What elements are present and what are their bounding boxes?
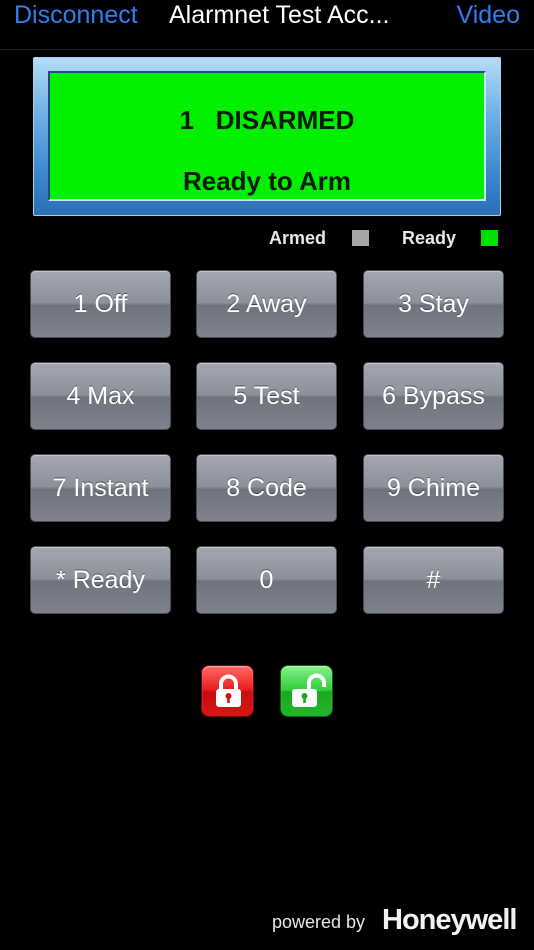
key-star-ready[interactable]: * Ready — [30, 546, 171, 614]
arm-lock-button[interactable] — [201, 665, 254, 717]
lock-closed-icon — [216, 674, 241, 707]
video-button[interactable]: Video — [457, 0, 521, 30]
ready-status-label: Ready — [402, 228, 457, 248]
key-9-chime[interactable]: 9 Chime — [363, 454, 504, 522]
key-pound[interactable]: # — [363, 546, 504, 614]
lock-open-icon — [292, 673, 326, 707]
display-line-2: Ready to Arm — [182, 166, 352, 196]
key-3-stay[interactable]: 3 Stay — [363, 270, 504, 338]
honeywell-logo: Honeywell — [382, 904, 517, 936]
key-0[interactable]: 0 — [196, 546, 337, 614]
key-8-code[interactable]: 8 Code — [196, 454, 337, 522]
nav-title: Alarmnet Test Acc... — [169, 1, 390, 29]
key-6-bypass[interactable]: 6 Bypass — [363, 362, 504, 430]
armed-status-label: Armed — [269, 228, 327, 248]
navigation-bar: Disconnect Alarmnet Test Acc... Video — [0, 0, 534, 50]
key-1-off[interactable]: 1 Off — [30, 270, 171, 338]
armed-indicator — [352, 230, 369, 246]
key-7-instant[interactable]: 7 Instant — [30, 454, 171, 522]
key-2-away[interactable]: 2 Away — [196, 270, 337, 338]
powered-by-label: powered by — [272, 912, 366, 932]
disconnect-button[interactable]: Disconnect — [14, 0, 138, 30]
key-5-test[interactable]: 5 Test — [196, 362, 337, 430]
keypad-display: 1 DISARMED Ready to Arm — [48, 71, 486, 201]
keypad-display-frame: 1 DISARMED Ready to Arm — [33, 57, 501, 216]
disarm-unlock-button[interactable] — [280, 665, 333, 717]
display-line-1: 1 DISARMED — [179, 105, 355, 135]
ready-indicator — [481, 230, 498, 246]
key-4-max[interactable]: 4 Max — [30, 362, 171, 430]
